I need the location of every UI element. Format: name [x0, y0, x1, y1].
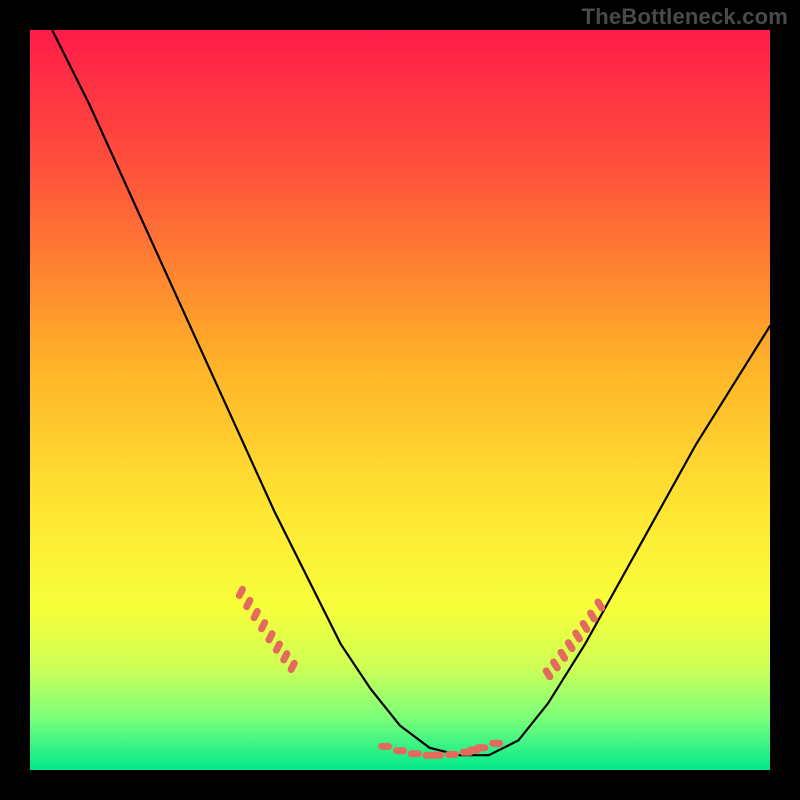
- marker-pill: [489, 740, 503, 747]
- plot-area: [30, 30, 770, 770]
- marker-pill: [408, 750, 422, 757]
- marker-pill: [430, 752, 444, 759]
- watermark-text: TheBottleneck.com: [582, 4, 788, 30]
- marker-pill: [474, 744, 488, 751]
- marker-pill: [378, 743, 392, 750]
- marker-pill: [445, 751, 459, 758]
- gradient-background: [30, 30, 770, 770]
- chart-svg: [30, 30, 770, 770]
- marker-pill: [393, 747, 407, 754]
- chart-stage: TheBottleneck.com: [0, 0, 800, 800]
